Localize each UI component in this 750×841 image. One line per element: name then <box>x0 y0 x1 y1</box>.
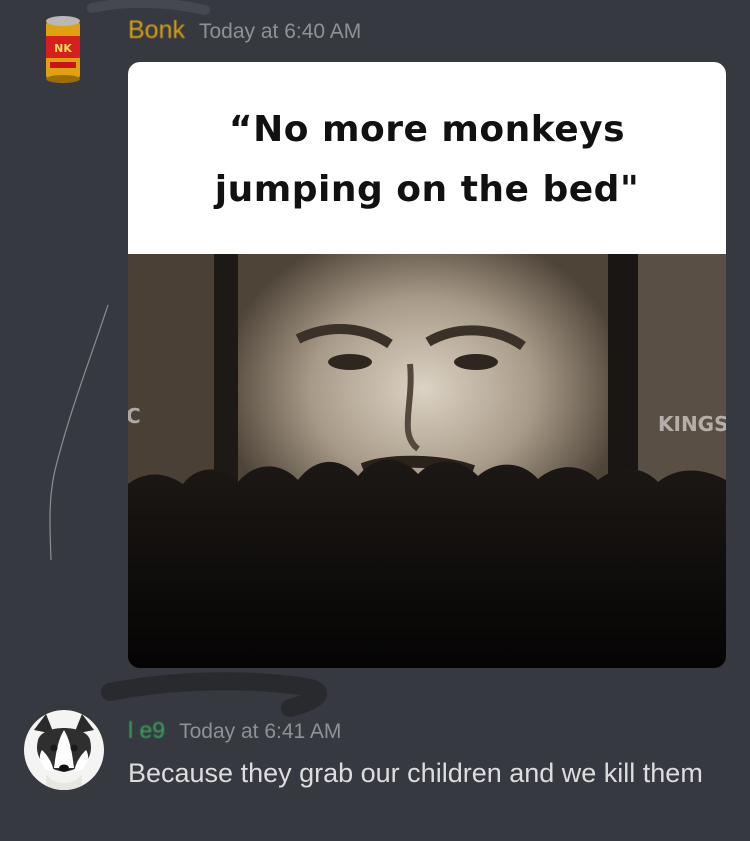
meme-image <box>128 254 726 668</box>
scribble-line <box>49 304 109 561</box>
svg-text:NK: NK <box>54 42 72 55</box>
caption-line: “No more monkeys <box>228 109 626 150</box>
message-header: l e9 Today at 6:41 AM <box>128 717 341 744</box>
avatar[interactable]: NK <box>40 14 86 84</box>
screen-sign: C <box>128 404 141 428</box>
author-name[interactable]: l e9 <box>128 717 165 744</box>
message-text: Because they grab our children and we ki… <box>128 758 703 788</box>
husky-dog-icon <box>24 710 104 790</box>
crowd-silhouette <box>128 459 726 668</box>
avatar[interactable] <box>24 710 104 790</box>
caption-line: jumping on the bed" <box>214 169 640 210</box>
message-header: Bonk Today at 6:40 AM <box>128 16 361 45</box>
timestamp: Today at 6:41 AM <box>179 720 342 743</box>
scribble-top <box>87 0 210 15</box>
timestamp: Today at 6:40 AM <box>198 20 362 43</box>
image-attachment[interactable]: “No more monkeys jumping on the bed" C K… <box>128 62 726 668</box>
author-name[interactable]: Bonk <box>128 16 185 45</box>
scribble-redaction <box>101 672 328 717</box>
soda-can-icon: NK <box>46 16 80 83</box>
meme-caption: “No more monkeys jumping on the bed" <box>128 62 726 254</box>
screen-sign: KINGS <box>658 412 726 436</box>
